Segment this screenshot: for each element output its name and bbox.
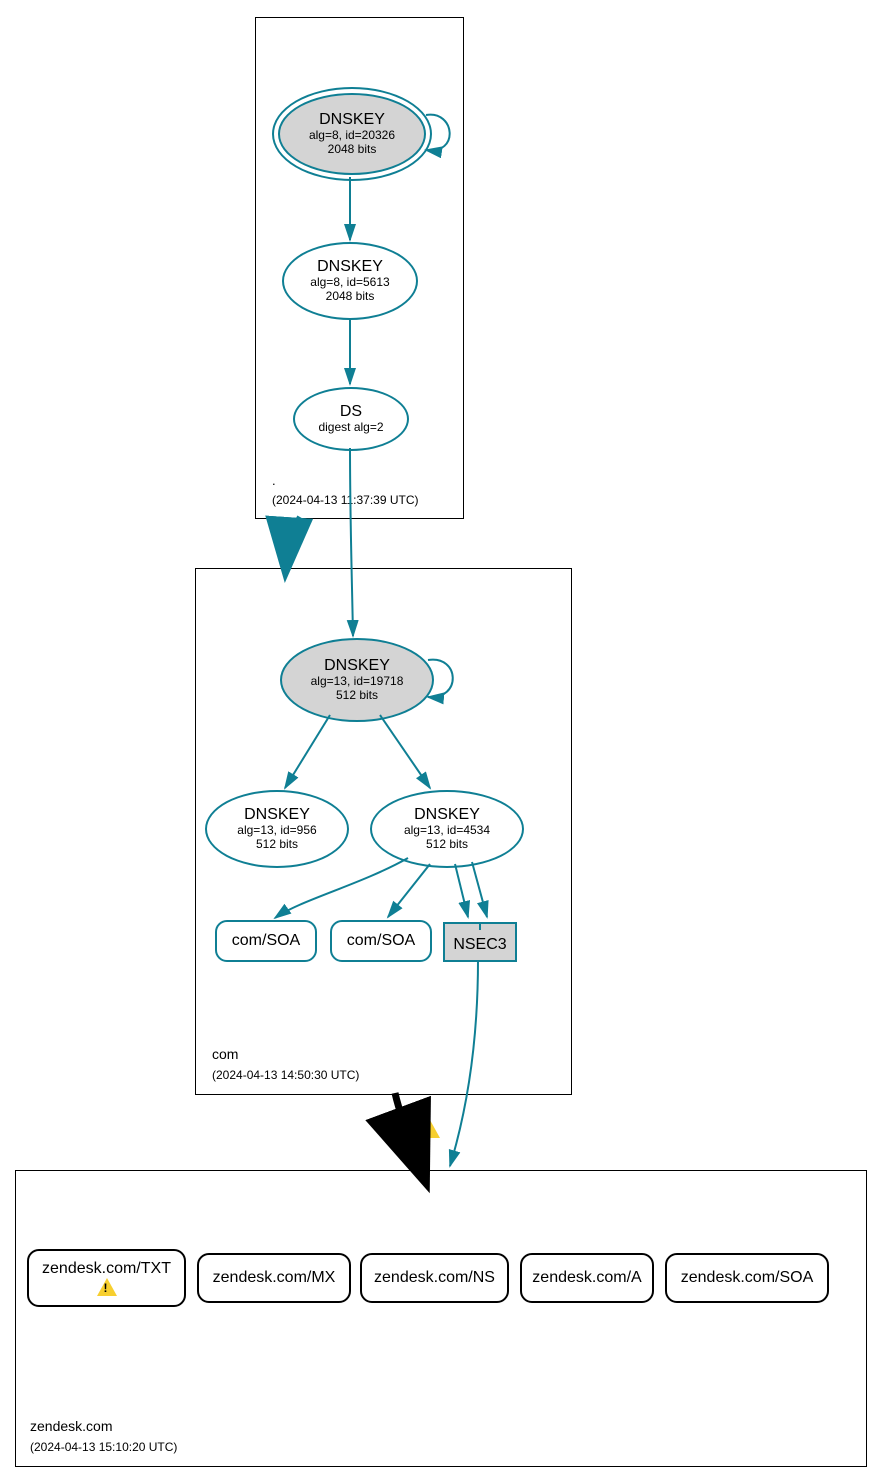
dnskey-4534: DNSKEY alg=13, id=4534 512 bits bbox=[370, 790, 524, 868]
zone-zendesk bbox=[15, 1170, 867, 1467]
ds-root-sub1: digest alg=2 bbox=[318, 421, 383, 435]
zendesk-mx: zendesk.com/MX bbox=[197, 1253, 351, 1303]
com-soa-1: com/SOA bbox=[215, 920, 317, 962]
zone-root-timestamp: (2024-04-13 11:37:39 UTC) bbox=[272, 493, 419, 507]
dnskey-956-title: DNSKEY bbox=[244, 806, 310, 824]
dnskey-19718: DNSKEY alg=13, id=19718 512 bits bbox=[280, 638, 434, 722]
dnskey-19718-sub1: alg=13, id=19718 bbox=[311, 675, 404, 689]
dnskey-5613-sub2: 2048 bits bbox=[326, 290, 375, 304]
ds-root: DS digest alg=2 bbox=[293, 387, 409, 451]
zone-root-label: . bbox=[272, 473, 276, 488]
dnskey-956-sub2: 512 bits bbox=[256, 838, 298, 852]
dnskey-20326: DNSKEY alg=8, id=20326 2048 bits bbox=[278, 93, 426, 175]
dnskey-4534-title: DNSKEY bbox=[414, 806, 480, 824]
dnskey-4534-sub2: 512 bits bbox=[426, 838, 468, 852]
warning-icon bbox=[420, 1120, 440, 1138]
zendesk-a: zendesk.com/A bbox=[520, 1253, 654, 1303]
zendesk-txt-label: zendesk.com/TXT bbox=[42, 1260, 171, 1278]
dnskey-5613-sub1: alg=8, id=5613 bbox=[310, 276, 389, 290]
dnskey-20326-title: DNSKEY bbox=[319, 111, 385, 129]
warning-icon bbox=[97, 1278, 117, 1296]
zone-com-label: com bbox=[212, 1046, 238, 1062]
zone-com-timestamp: (2024-04-13 14:50:30 UTC) bbox=[212, 1068, 359, 1082]
dnskey-5613: DNSKEY alg=8, id=5613 2048 bits bbox=[282, 242, 418, 320]
com-nsec3: NSEC3 bbox=[443, 928, 517, 962]
dnskey-20326-sub1: alg=8, id=20326 bbox=[309, 129, 395, 143]
zone-zendesk-timestamp: (2024-04-13 15:10:20 UTC) bbox=[30, 1440, 177, 1454]
dnskey-19718-title: DNSKEY bbox=[324, 657, 390, 675]
dnskey-20326-sub2: 2048 bits bbox=[328, 143, 377, 157]
zendesk-ns: zendesk.com/NS bbox=[360, 1253, 509, 1303]
ds-root-title: DS bbox=[340, 403, 362, 421]
zone-zendesk-label: zendesk.com bbox=[30, 1418, 112, 1434]
dnskey-5613-title: DNSKEY bbox=[317, 258, 383, 276]
zendesk-txt: zendesk.com/TXT bbox=[27, 1249, 186, 1307]
dnskey-956: DNSKEY alg=13, id=956 512 bits bbox=[205, 790, 349, 868]
dnskey-4534-sub1: alg=13, id=4534 bbox=[404, 824, 490, 838]
dnskey-956-sub1: alg=13, id=956 bbox=[237, 824, 316, 838]
dnskey-19718-sub2: 512 bits bbox=[336, 689, 378, 703]
com-soa-2: com/SOA bbox=[330, 920, 432, 962]
zendesk-soa: zendesk.com/SOA bbox=[665, 1253, 829, 1303]
